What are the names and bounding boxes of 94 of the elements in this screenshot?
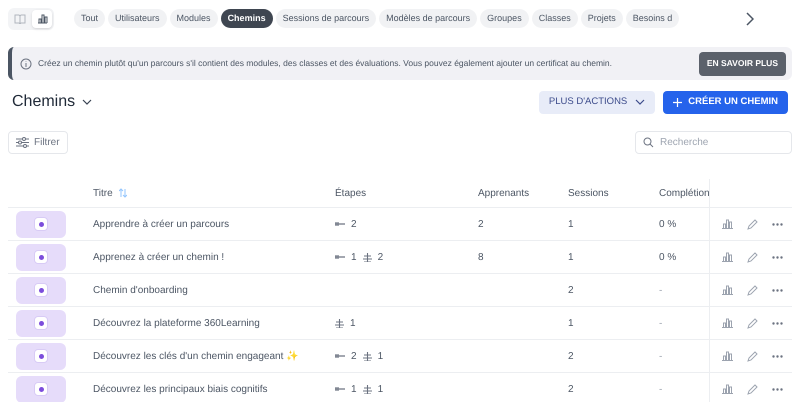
stats-icon[interactable] xyxy=(722,384,733,394)
column-header: Sessions xyxy=(568,186,609,200)
path-thumbnail xyxy=(16,244,66,270)
search-field[interactable]: Recherche xyxy=(635,131,792,154)
step-count: 1 xyxy=(351,250,357,264)
stats-icon[interactable] xyxy=(722,351,733,361)
step-count: 1 xyxy=(378,382,384,396)
filter-tab[interactable]: Besoins d xyxy=(626,9,680,28)
filter-tab[interactable]: Classes xyxy=(532,9,578,28)
more-icon[interactable] xyxy=(772,256,783,258)
filter-tab[interactable]: Tout xyxy=(74,9,106,28)
table-cell: 2 xyxy=(568,350,574,362)
edit-icon[interactable] xyxy=(747,252,758,262)
column-header[interactable]: Titre xyxy=(93,186,113,200)
stats-icon[interactable] xyxy=(722,252,733,262)
path-thumbnail xyxy=(16,376,66,402)
learn-more-button[interactable]: EN SAVOIR PLUS xyxy=(698,52,786,76)
edit-icon[interactable] xyxy=(747,284,758,296)
search-input[interactable]: Recherche xyxy=(660,135,780,150)
filter-tab[interactable]: Sessions de parcours xyxy=(276,9,376,28)
bar-chart-icon xyxy=(36,14,48,24)
completion-cell: - xyxy=(659,350,662,362)
class-icon xyxy=(362,352,372,360)
filter-tab[interactable]: Groupes xyxy=(480,9,529,28)
column-header: Étapes xyxy=(335,186,366,200)
plus-icon xyxy=(673,98,682,106)
filter-tab[interactable]: Chemins xyxy=(220,9,273,28)
class-icon xyxy=(362,252,372,262)
more-icon[interactable] xyxy=(772,222,783,226)
edit-icon[interactable] xyxy=(747,318,758,328)
path-title[interactable]: Chemin d'onboarding xyxy=(93,284,188,296)
stats-icon[interactable] xyxy=(722,219,733,229)
module-icon xyxy=(335,254,345,260)
filter-tab[interactable]: Modules xyxy=(170,9,218,28)
class-icon xyxy=(335,318,344,328)
path-title[interactable]: Découvrez la plateforme 360Learning xyxy=(93,318,260,328)
step-count: 1 xyxy=(378,350,384,364)
module-icon xyxy=(335,221,345,227)
search-icon xyxy=(643,137,654,148)
page-title: Chemins xyxy=(12,92,76,112)
table-cell: 8 xyxy=(478,252,484,262)
more-actions-button[interactable]: PLUS D'ACTIONS xyxy=(538,90,656,114)
path-thumbnail xyxy=(16,310,66,336)
chevron-down-icon xyxy=(635,99,646,105)
filter-tab[interactable]: Utilisateurs xyxy=(108,9,167,28)
step-count: 2 xyxy=(351,218,357,232)
module-icon xyxy=(335,353,345,359)
banner-text: Créez un chemin plutôt qu'un parcours s'il contient des modules, des classes et des évaluations. Vous pouvez également ajouter un certificat au chemin. xyxy=(38,57,612,70)
chevron-right-icon[interactable] xyxy=(746,12,754,26)
filter-tab[interactable]: Projets xyxy=(580,9,623,28)
stats-icon[interactable] xyxy=(722,318,733,328)
table-cell: 1 xyxy=(568,252,574,262)
path-thumbnail xyxy=(16,342,66,370)
path-title[interactable]: Découvrez les clés d'un chemin engageant ✨ xyxy=(93,350,298,362)
more-icon[interactable] xyxy=(772,288,783,292)
table-cell: 2 xyxy=(568,384,574,394)
path-title[interactable]: Apprenez à créer un chemin ! xyxy=(93,252,224,262)
completion-cell: - xyxy=(659,384,662,394)
more-icon[interactable] xyxy=(772,322,783,324)
table-cell: 2 xyxy=(478,218,484,230)
completion-cell: - xyxy=(659,284,662,296)
table-cell: 1 xyxy=(568,318,574,328)
table-cell: 1 xyxy=(568,218,574,230)
more-icon[interactable] xyxy=(772,388,783,390)
filter-button[interactable]: Filtrer xyxy=(8,131,68,154)
sliders-icon xyxy=(16,137,29,148)
path-title[interactable]: Apprendre à créer un parcours xyxy=(93,218,230,230)
chevron-down-icon[interactable] xyxy=(82,99,92,105)
module-icon xyxy=(335,386,345,392)
path-thumbnail xyxy=(16,276,66,304)
stats-icon[interactable] xyxy=(722,285,733,295)
completion-cell: 0 % xyxy=(659,218,676,230)
more-icon[interactable] xyxy=(772,354,783,358)
column-header: Complétion xyxy=(659,186,710,200)
edit-icon[interactable] xyxy=(747,350,758,362)
step-count: 2 xyxy=(378,250,384,264)
completion-cell: 0 % xyxy=(659,252,676,262)
create-path-button[interactable]: CRÉER UN CHEMIN xyxy=(663,90,788,114)
book-icon xyxy=(14,14,26,24)
filter-tab[interactable]: Modèles de parcours xyxy=(379,9,478,28)
chart-view-button[interactable] xyxy=(32,10,52,28)
step-count: 2 xyxy=(351,350,357,364)
edit-icon[interactable] xyxy=(747,384,758,394)
info-icon xyxy=(20,58,32,70)
completion-cell: - xyxy=(659,318,662,328)
path-title[interactable]: Découvrez les principaux biais cognitifs xyxy=(93,384,268,394)
step-count: 1 xyxy=(350,316,356,330)
path-thumbnail xyxy=(16,210,66,238)
column-header: Apprenants xyxy=(478,186,530,200)
class-icon xyxy=(362,384,372,394)
table-cell: 2 xyxy=(568,284,574,296)
edit-icon[interactable] xyxy=(747,218,758,230)
sort-icon[interactable] xyxy=(118,188,127,198)
step-count: 1 xyxy=(351,382,357,396)
